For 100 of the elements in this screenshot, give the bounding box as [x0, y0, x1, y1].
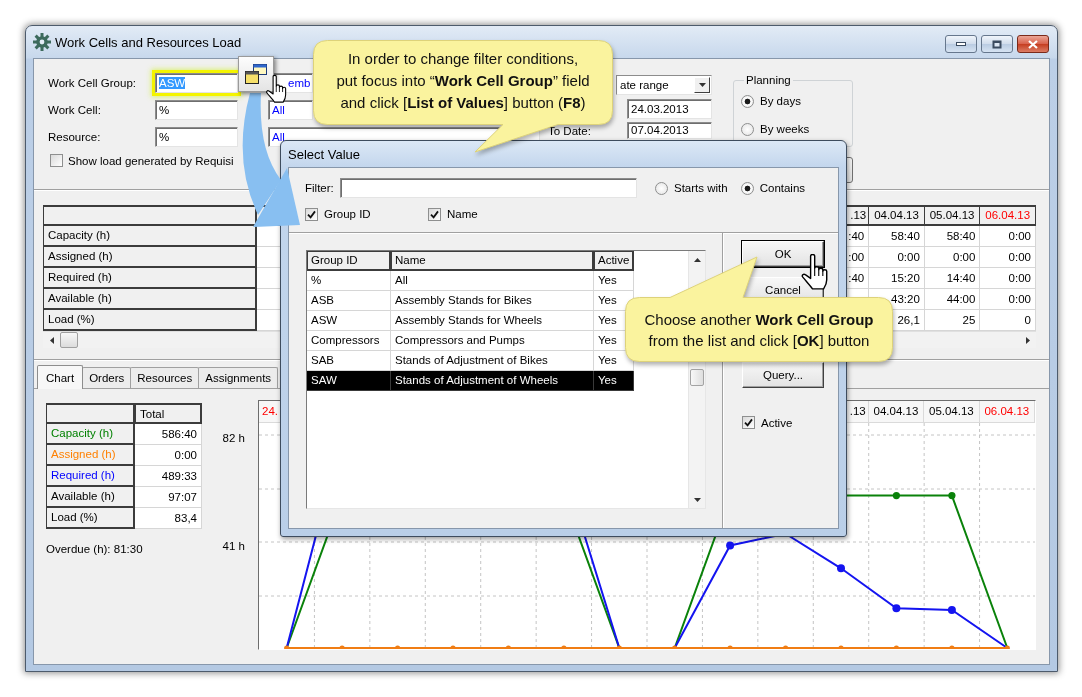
table-cell: 58:40	[924, 226, 981, 247]
dialog-button[interactable]: OK	[742, 241, 824, 267]
group-box-title: Planning	[745, 73, 792, 87]
assigned-point	[616, 645, 622, 649]
table-cell: 0:00	[135, 445, 202, 466]
checkbox-label: Group ID	[324, 208, 371, 220]
table-cell: ASB	[307, 291, 391, 310]
table-cell: 97:07	[135, 487, 202, 508]
assigned-point	[284, 645, 290, 649]
checkbox[interactable]	[50, 154, 63, 167]
maximize-button[interactable]	[981, 35, 1013, 53]
assigned-point	[1004, 645, 1010, 649]
table-cell: Compressors and Pumps	[391, 331, 594, 350]
up-arrow-icon	[693, 257, 701, 262]
tab[interactable]: Chart	[37, 365, 84, 389]
dialog-button[interactable]: Query...	[742, 362, 824, 388]
date-field[interactable]: 24.03.2013	[627, 99, 712, 119]
assigned-point	[505, 645, 511, 649]
minimize-icon	[956, 42, 966, 46]
filter-field[interactable]	[340, 178, 637, 198]
table-cell: 58:40	[869, 226, 925, 247]
caret-icon	[698, 83, 706, 87]
capacity-point	[892, 492, 900, 500]
assigned-point	[561, 645, 567, 649]
row-header: Capacity (h)	[46, 424, 135, 445]
table-cell: 586:40	[135, 424, 202, 445]
radio-button[interactable]	[741, 94, 754, 108]
checkbox[interactable]	[428, 207, 441, 221]
row-header: Required (h)	[43, 268, 257, 289]
checkbox[interactable]	[742, 416, 755, 429]
list-row[interactable]: ASB Assembly Stands for Bikes Yes	[307, 291, 634, 311]
dropdown-button[interactable]	[694, 77, 710, 93]
column-header: 06.04.13	[979, 401, 1035, 422]
tab[interactable]: Orders	[82, 367, 132, 388]
checkbox[interactable]	[305, 207, 318, 221]
table-cell: All	[391, 271, 594, 290]
dialog-title: Select Value	[288, 146, 361, 162]
assigned-point	[672, 645, 678, 649]
capacity-point	[948, 492, 956, 500]
column-header: 04.04.13	[869, 205, 925, 226]
radio-button[interactable]	[741, 122, 754, 136]
required-point	[892, 604, 901, 613]
row-header: Required (h)	[46, 466, 135, 487]
table-cell: 489:33	[135, 466, 202, 487]
list-of-values-button[interactable]	[238, 56, 274, 92]
table-cell: 0:00	[869, 247, 925, 268]
table-cell: Yes	[594, 371, 634, 390]
close-icon	[1028, 39, 1038, 49]
date-field[interactable]: 07.04.2013	[627, 122, 712, 139]
required-point	[947, 605, 956, 614]
close-button[interactable]	[1017, 35, 1049, 53]
assigned-point	[450, 645, 456, 649]
radio-button[interactable]	[655, 181, 668, 195]
required-point	[726, 541, 735, 550]
dropdown-field[interactable]: ate range	[616, 75, 712, 95]
list-row[interactable]: SAW Stands of Adjustment of Wheels Yes	[307, 371, 634, 391]
check-icon	[744, 418, 753, 427]
text-field[interactable]: %	[155, 127, 238, 147]
left-arrow-icon	[49, 336, 54, 344]
radio-button[interactable]	[740, 181, 754, 195]
maximize-icon	[992, 39, 1002, 49]
axis-label: 41 h	[222, 539, 245, 553]
axis-label: 82 h	[222, 431, 245, 445]
description-field[interactable]: All	[268, 100, 313, 120]
scroll-thumb[interactable]	[690, 369, 704, 386]
assigned-point	[838, 645, 844, 649]
scroll-thumb[interactable]	[60, 332, 78, 348]
window-title: Work Cells and Resources Load	[55, 34, 243, 50]
down-arrow-icon	[693, 497, 701, 502]
column-header: Group ID	[307, 251, 391, 271]
table-cell: Stands of Adjustment of Wheels	[391, 371, 594, 390]
tooltip-text: In order to change filter conditions, put focus into “Work Cell Group” field and click [List of Values] button (F8)	[336, 49, 590, 113]
assigned-point	[949, 645, 955, 649]
tab[interactable]: Resources	[130, 367, 200, 388]
table-cell: 0:00	[980, 226, 1036, 247]
checkbox-label: Show load generated by Requisi	[68, 154, 234, 167]
assigned-point	[395, 645, 401, 649]
tab[interactable]: Assignments	[198, 367, 279, 388]
checkbox-label: Name	[447, 208, 478, 220]
table-cell: %	[307, 271, 391, 290]
column-header: 06.04.13	[980, 205, 1036, 226]
list-row[interactable]: % All Yes	[307, 271, 634, 291]
row-header: Available (h)	[46, 487, 135, 508]
row-header: Load (%)	[43, 310, 257, 331]
row-header: Assigned (h)	[46, 445, 135, 466]
table-cell: SAB	[307, 351, 391, 370]
overdue-text: Overdue (h): 81:30	[46, 543, 144, 555]
table-cell: 83,4	[135, 508, 202, 529]
row-header: Available (h)	[43, 289, 257, 310]
radio-label: By days	[760, 95, 801, 107]
minimize-button[interactable]	[945, 35, 977, 53]
table-cell: Stands of Adjustment of Bikes	[391, 351, 594, 370]
field-label: Filter:	[305, 182, 335, 194]
text-field[interactable]: %	[155, 100, 238, 120]
column-header: Total	[135, 403, 202, 424]
column-header: Active	[594, 251, 634, 271]
table-cell: 14:40	[924, 268, 981, 289]
list-row[interactable]: SAB Stands of Adjustment of Bikes Yes	[307, 351, 634, 371]
assigned-point	[783, 645, 789, 649]
table-cell: Assembly Stands for Bikes	[391, 291, 594, 310]
